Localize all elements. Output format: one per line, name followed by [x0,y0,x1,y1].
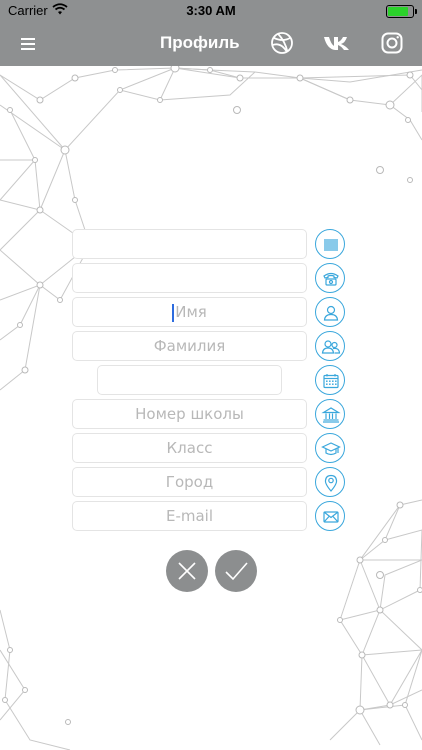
cancel-button[interactable] [166,550,208,592]
barcode-input[interactable] [72,229,307,259]
barcode-icon[interactable] [315,229,345,259]
birthdate-input[interactable] [97,365,282,395]
phone-input[interactable] [72,263,307,293]
confirm-button[interactable] [215,550,257,592]
location-pin-icon[interactable] [315,467,345,497]
battery-icon [386,5,417,18]
vk-icon[interactable] [322,30,352,56]
phone-icon[interactable] [315,263,345,293]
status-time: 3:30 AM [186,3,236,18]
dribbble-icon[interactable] [269,30,295,56]
first-name-input[interactable]: Имя [72,297,307,327]
close-icon [178,562,196,580]
nav-bar: Профиль [0,22,422,66]
graduation-cap-icon[interactable] [315,433,345,463]
city-input[interactable]: Город [72,467,307,497]
first-name-placeholder: Имя [175,303,207,321]
calendar-icon[interactable] [315,365,345,395]
last-name-input[interactable]: Фамилия [72,331,307,361]
page-title: Профиль [160,33,240,52]
people-icon[interactable] [315,331,345,361]
email-input[interactable]: E-mail [72,501,307,531]
status-bar: Carrier 3:30 AM [0,0,422,22]
person-icon[interactable] [315,297,345,327]
menu-icon[interactable] [17,33,39,55]
instagram-icon[interactable] [379,30,405,56]
grade-input[interactable]: Класс [72,433,307,463]
text-caret [172,303,175,322]
school-number-input[interactable]: Номер школы [72,399,307,429]
school-icon[interactable] [315,399,345,429]
checkmark-icon [225,562,248,581]
envelope-icon[interactable] [315,501,345,531]
